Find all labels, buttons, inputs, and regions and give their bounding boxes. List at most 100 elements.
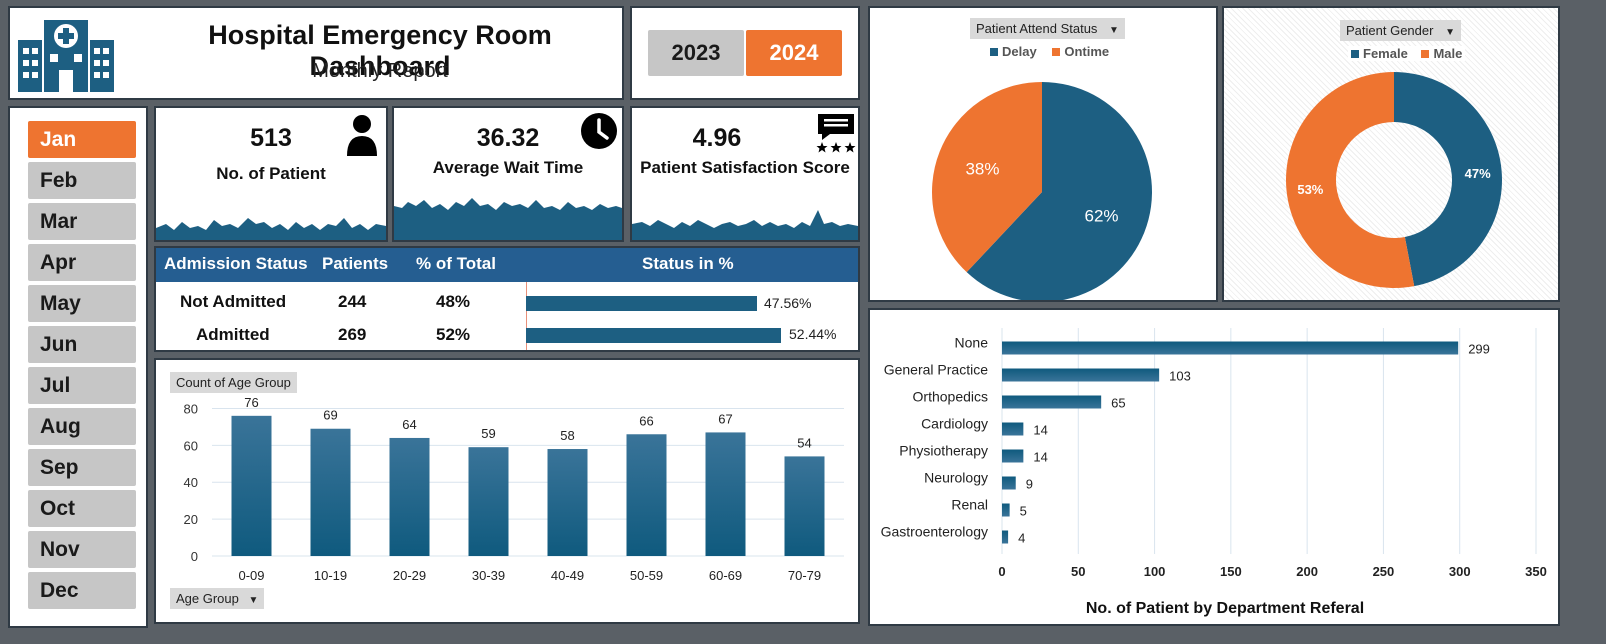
x-tick-label: 350 — [1525, 564, 1547, 579]
y-tick-label: Renal — [951, 497, 988, 513]
month-button-apr[interactable]: Apr — [28, 244, 136, 281]
data-label: 54 — [797, 435, 811, 450]
feedback-stars-icon — [816, 114, 856, 153]
header-panel: Hospital Emergency Room Dashboard Monthl… — [8, 6, 624, 100]
x-tick-label: 20-29 — [393, 568, 426, 583]
row-status-bar — [526, 328, 781, 343]
month-button-aug[interactable]: Aug — [28, 408, 136, 445]
data-label: 5 — [1020, 504, 1027, 519]
age-group-bar-chart: 0 20 40 60 80 76 0-09 69 10-19 64 20-29 59 30-39 58 40… — [184, 395, 844, 583]
slice-label: 53% — [1297, 182, 1323, 197]
y-tick-label: None — [955, 335, 989, 351]
row-pct: 48% — [436, 292, 471, 311]
bar — [1002, 341, 1459, 355]
row-pct: 52% — [436, 325, 471, 344]
column-header-bar: Status in % — [642, 254, 734, 273]
slice-label: 38% — [965, 159, 999, 178]
row-patients: 244 — [338, 292, 367, 311]
data-label: 299 — [1468, 342, 1490, 357]
x-tick-label: 0-09 — [238, 568, 264, 583]
month-button-jun[interactable]: Jun — [28, 326, 136, 363]
month-button-mar[interactable]: Mar — [28, 203, 136, 240]
department-referral-bar-chart: 0 50 100 150 200 250 300 350 None 299 General Prac… — [881, 328, 1547, 579]
data-label: 59 — [481, 426, 495, 441]
bar — [1002, 530, 1009, 544]
y-tick-label: Orthopedics — [913, 389, 988, 405]
data-label: 64 — [402, 417, 416, 432]
data-label: 76 — [244, 395, 258, 410]
data-label: 66 — [639, 413, 653, 428]
bar — [389, 437, 430, 556]
column-header-status: Admission Status — [164, 254, 308, 273]
data-label: 58 — [560, 428, 574, 443]
y-tick-label: 20 — [184, 512, 198, 527]
x-tick-label: 150 — [1220, 564, 1242, 579]
x-tick-label: 30-39 — [472, 568, 505, 583]
y-tick-label: Cardiology — [921, 416, 988, 432]
data-label: 14 — [1033, 450, 1047, 465]
y-tick-label: Gastroenterology — [881, 524, 988, 540]
bar — [231, 415, 272, 556]
hospital-icon — [18, 20, 114, 92]
page-subtitle: Monthly Report — [312, 60, 448, 82]
kpi-label: Average Wait Time — [432, 158, 584, 177]
month-button-feb[interactable]: Feb — [28, 162, 136, 199]
y-tick-label: Neurology — [924, 470, 988, 486]
row-bar-label: 47.56% — [764, 295, 812, 311]
month-button-sep[interactable]: Sep — [28, 449, 136, 486]
kpi-label: No. of Patient — [216, 164, 326, 183]
x-tick-label: 40-49 — [551, 568, 584, 583]
year-button-2024[interactable]: 2024 — [746, 30, 842, 76]
y-tick-label: 60 — [184, 438, 198, 453]
age-group-chart-panel: Count of Age Group Age Group ▼ 0 20 40 60 80… — [154, 358, 860, 624]
column-header-pct: % of Total — [416, 254, 496, 273]
x-tick-label: 10-19 — [314, 568, 347, 583]
data-label: 9 — [1026, 477, 1033, 492]
bar — [784, 456, 825, 556]
month-button-may[interactable]: May — [28, 285, 136, 322]
month-button-oct[interactable]: Oct — [28, 490, 136, 527]
bar — [1002, 395, 1102, 409]
data-label: 67 — [718, 411, 732, 426]
row-status-bar — [526, 296, 757, 311]
y-tick-label: 80 — [184, 401, 198, 416]
bar — [310, 428, 351, 556]
month-button-jan[interactable]: Jan — [28, 121, 136, 158]
month-button-nov[interactable]: Nov — [28, 531, 136, 568]
bar — [705, 432, 746, 556]
x-tick-label: 250 — [1373, 564, 1395, 579]
attend-status-panel: Patient Attend Status ▼ Delay Ontime 62%… — [868, 6, 1218, 302]
data-label: 103 — [1169, 369, 1191, 384]
kpi-card-wait-time: 36.32 Average Wait Time — [392, 106, 624, 242]
data-label: 4 — [1018, 531, 1025, 546]
bar — [626, 434, 667, 556]
x-tick-label: 200 — [1296, 564, 1318, 579]
slice-label: 47% — [1465, 166, 1491, 181]
year-slicer: 2023 2024 — [630, 6, 860, 100]
admission-table: Admission Status Patients % of Total Sta… — [154, 246, 860, 352]
y-tick-label: 40 — [184, 475, 198, 490]
x-tick-label: 0 — [998, 564, 1005, 579]
kpi-value: 4.96 — [692, 124, 742, 152]
x-tick-label: 60-69 — [709, 568, 742, 583]
month-slicer: Jan Feb Mar Apr May Jun Jul Aug Sep Oct … — [8, 106, 148, 628]
bar — [1002, 368, 1160, 382]
bar — [1002, 449, 1024, 463]
sparkline — [394, 198, 622, 240]
column-header-patients: Patients — [322, 254, 389, 273]
y-tick-label: Physiotherapy — [899, 443, 988, 459]
month-button-jul[interactable]: Jul — [28, 367, 136, 404]
sparkline — [156, 218, 386, 240]
year-button-2023[interactable]: 2023 — [648, 30, 744, 76]
row-status: Not Admitted — [180, 292, 287, 311]
row-status: Admitted — [196, 325, 270, 344]
x-tick-label: 70-79 — [788, 568, 821, 583]
bar — [547, 449, 588, 556]
month-button-dec[interactable]: Dec — [28, 572, 136, 609]
y-tick-label: 0 — [191, 549, 198, 564]
gender-donut-chart: 47% 53% — [1286, 72, 1502, 288]
x-tick-label: 50-59 — [630, 568, 663, 583]
attend-status-pie-chart: 62% 38% — [932, 82, 1152, 300]
data-label: 69 — [323, 408, 337, 423]
chart-title: No. of Patient by Department Referal — [1085, 600, 1365, 617]
